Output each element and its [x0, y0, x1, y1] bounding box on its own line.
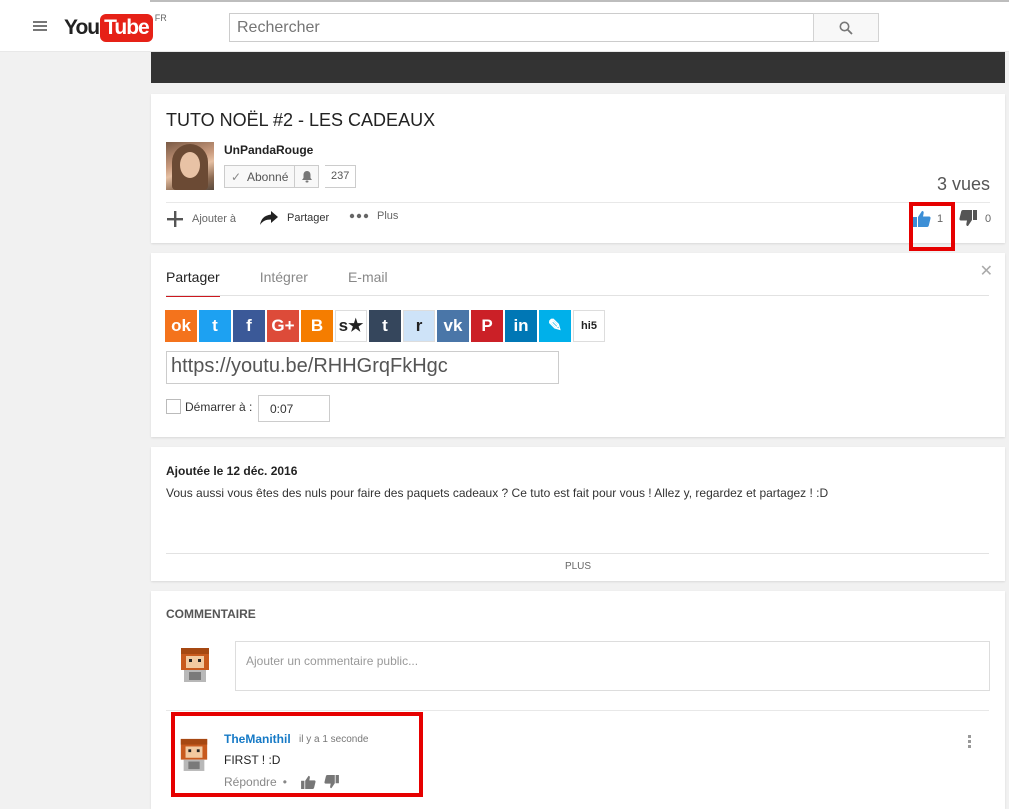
close-icon[interactable]: ✕ — [980, 261, 993, 281]
tab-share[interactable]: Partager — [166, 269, 220, 297]
subscriber-count: 237 — [325, 165, 357, 188]
share-tabs: Partager Intégrer E-mail — [166, 269, 428, 297]
video-title: TUTO NOËL #2 - LES CADEAUX — [166, 110, 436, 130]
view-count: 3 vues — [936, 174, 990, 194]
hi5-share-icon[interactable]: hi5 — [573, 310, 605, 342]
divider — [166, 202, 990, 203]
youtube-logo[interactable]: You Tube FR — [64, 13, 167, 42]
add-to-button[interactable]: Ajouter à — [166, 210, 236, 228]
start-at-checkbox[interactable] — [166, 399, 181, 414]
more-dots-icon — [349, 213, 369, 219]
logo-you-text: You — [64, 16, 100, 39]
video-info-card: TUTO NOËL #2 - LES CADEAUX UnPandaRouge … — [151, 94, 1005, 243]
dislike-button[interactable]: 0 — [959, 210, 991, 227]
published-date: Ajoutée le 12 déc. 2016 — [166, 464, 298, 478]
description-text: Vous aussi vous êtes des nuls pour faire… — [166, 486, 829, 500]
search-icon — [839, 21, 853, 35]
masthead: You Tube FR — [0, 0, 1009, 52]
share-url-field[interactable]: https://youtu.be/RHHGrqFkHgc — [166, 351, 559, 384]
notification-bell-icon[interactable] — [294, 166, 318, 187]
description-card: Ajoutée le 12 déc. 2016 Vous aussi vous … — [151, 447, 1005, 581]
stumbleupon-share-icon[interactable]: s★ — [335, 310, 367, 342]
share-arrow-icon — [259, 210, 279, 226]
tab-embed[interactable]: Intégrer — [260, 269, 308, 297]
logo-tube-text: Tube — [100, 14, 153, 42]
livejournal-share-icon[interactable]: ✎ — [539, 310, 571, 342]
dislike-count: 0 — [985, 212, 992, 225]
show-more-button[interactable]: PLUS — [151, 561, 1005, 572]
video-player-bar[interactable] — [151, 52, 1005, 83]
subscribe-label: Abonné — [247, 169, 289, 184]
comments-header: COMMENTAIRE — [166, 607, 256, 621]
search-button[interactable] — [813, 13, 879, 42]
facebook-share-icon[interactable]: f — [233, 310, 265, 342]
social-share-buttons: ok t f G+ Bs★ t r vk Pin ✎ hi5 — [165, 310, 607, 342]
odnoklassniki-share-icon[interactable]: ok — [165, 310, 197, 342]
thumbs-down-icon — [959, 210, 977, 226]
linkedin-share-icon[interactable]: in — [505, 310, 537, 342]
divider — [166, 553, 989, 554]
checkmark-icon: ✓ — [230, 169, 242, 184]
masthead-top-line — [150, 0, 1009, 2]
highlight-box-comment — [171, 712, 423, 797]
channel-avatar[interactable] — [166, 142, 214, 190]
user-avatar — [178, 642, 212, 686]
reddit-share-icon[interactable]: r — [403, 310, 435, 342]
pinterest-share-icon[interactable]: P — [471, 310, 503, 342]
comment-input[interactable]: Ajouter un commentaire public... — [235, 641, 990, 691]
add-to-label: Ajouter à — [192, 213, 237, 225]
google-plus-share-icon[interactable]: G+ — [267, 310, 299, 342]
comment-menu-icon[interactable] — [968, 735, 972, 750]
more-label: Plus — [377, 210, 399, 222]
divider — [166, 710, 989, 711]
region-label: FR — [154, 13, 167, 23]
start-time-input[interactable]: 0:07 — [258, 395, 330, 422]
vk-share-icon[interactable]: vk — [437, 310, 469, 342]
more-button[interactable]: Plus — [349, 210, 398, 222]
menu-icon[interactable] — [33, 21, 47, 31]
plus-icon — [166, 210, 184, 228]
highlight-box-like — [909, 202, 955, 251]
twitter-share-icon[interactable]: t — [199, 310, 231, 342]
search-input[interactable] — [229, 13, 814, 42]
blogger-share-icon[interactable]: B — [301, 310, 333, 342]
share-label: Partager — [287, 212, 330, 224]
tumblr-share-icon[interactable]: t — [369, 310, 401, 342]
subscribe-button[interactable]: ✓ Abonné — [224, 165, 320, 188]
tab-divider — [166, 295, 989, 296]
channel-name[interactable]: UnPandaRouge — [224, 143, 313, 157]
tab-email[interactable]: E-mail — [348, 269, 388, 297]
share-button[interactable]: Partager — [259, 210, 329, 226]
start-at-label: Démarrer à : — [185, 400, 253, 414]
share-panel: Partager Intégrer E-mail ✕ ok t f G+ Bs★ t r vk… — [151, 253, 1005, 437]
